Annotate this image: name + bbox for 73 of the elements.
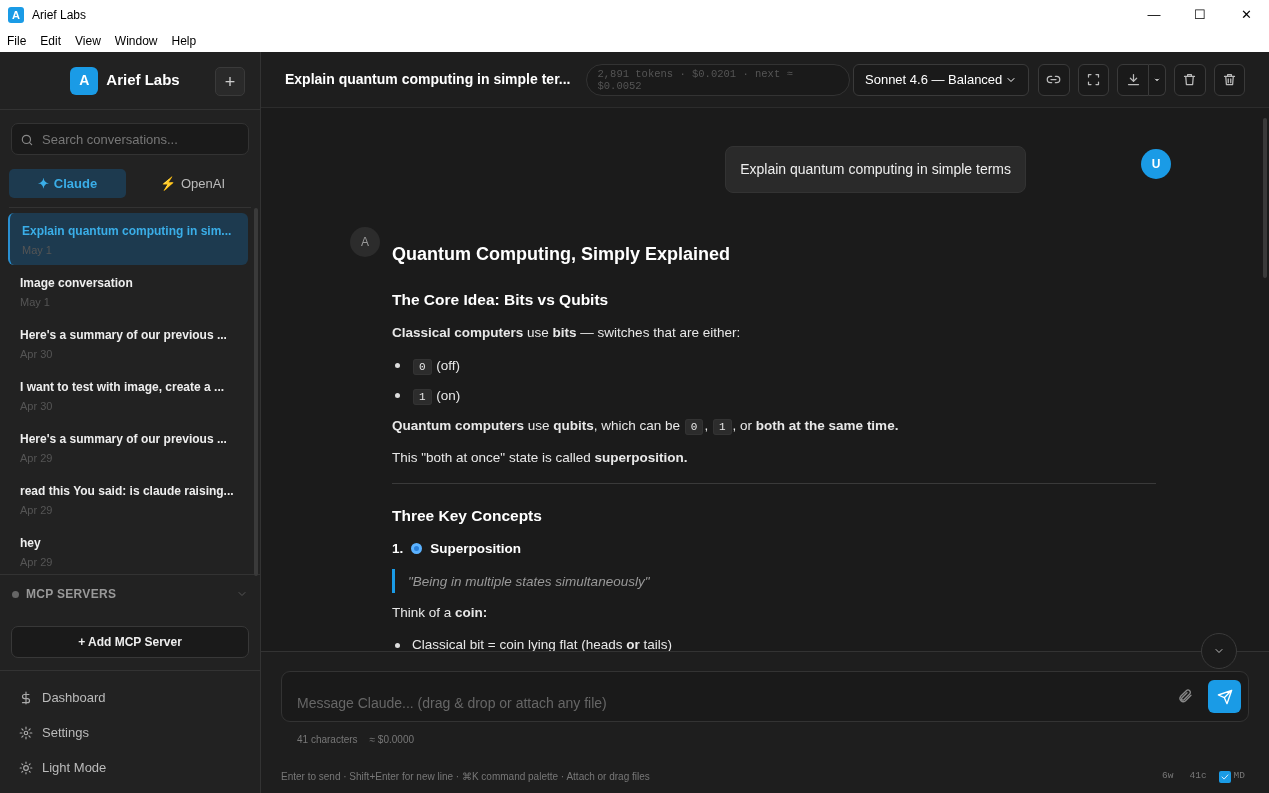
send-button[interactable] (1208, 680, 1241, 713)
conversation-title: Here's a summary of our previous ... (20, 431, 227, 448)
new-chat-button[interactable]: + (215, 67, 245, 96)
trash-icon (1182, 72, 1198, 87)
section-heading: The Core Idea: Bits vs Qubits (392, 290, 610, 310)
dollar-icon (19, 690, 33, 705)
sidebar-link[interactable]: Light Mode (0, 750, 260, 785)
orb-icon (411, 542, 423, 554)
char-count: 41c (1189, 769, 1207, 784)
conversation-heading: Explain quantum computing in simple ter... (285, 70, 571, 89)
download-button[interactable] (1117, 63, 1150, 96)
md-checkbox[interactable] (1218, 770, 1231, 783)
keyboard-hint: Enter to send · Shift+Enter for new line · ⌘K command palette · Attach or drag files (281, 770, 650, 784)
conversation-title: Explain quantum computing in sim... (22, 223, 232, 240)
paragraph: This "both at once" state is called superposition. (392, 449, 689, 468)
sun-icon (19, 760, 33, 775)
checkbox-label: MD (1233, 769, 1245, 784)
bullet-icon (395, 642, 400, 648)
link-button[interactable] (1038, 63, 1070, 96)
menu-item[interactable]: View (75, 32, 101, 50)
message-input[interactable]: Message Claude... (drag & drop or attach any file) (281, 671, 1249, 722)
bullet-icon (395, 363, 400, 369)
quote-text: "Being in multiple states simultaneously" (408, 574, 650, 589)
search-field[interactable]: Search conversations... (11, 123, 249, 155)
trash-button[interactable] (1174, 63, 1206, 96)
word-count: 6w (1162, 769, 1174, 784)
fullscreen-icon (1085, 72, 1101, 87)
conversation-title: hey (20, 535, 41, 552)
conversation-title: Here's a summary of our previous ... (20, 327, 227, 344)
response-heading: Quantum Computing, Simply Explained (392, 243, 732, 266)
download-icon (1125, 72, 1141, 87)
usage-pill: 2,891 tokens · $0.0201 · next ≈ $0.0052 (586, 63, 850, 96)
app-logo: A (8, 7, 24, 23)
user-avatar: U (1141, 149, 1171, 179)
delete-button[interactable] (1213, 63, 1245, 96)
paperclip-icon (1177, 688, 1193, 704)
brand-logo: A (70, 66, 99, 95)
paragraph: Think of a coin: (392, 604, 489, 622)
list-item: 1 (on) (412, 385, 461, 406)
delete-icon (1221, 72, 1237, 87)
sidebar-link[interactable]: Dashboard (0, 680, 260, 715)
check-icon (1219, 771, 1230, 782)
paragraph: Quantum computers use qubits, which can be 0 , 1 , or both at the same time. (392, 417, 900, 437)
user-message: Explain quantum computing in simple terms (725, 146, 1026, 193)
model-select[interactable]: Sonnet 4.6 — Balanced (853, 63, 1030, 96)
conversation-title: I want to test with image, create a ... (20, 379, 225, 396)
provider-tab[interactable]: ⚡ OpenAI (134, 169, 251, 198)
menu-item[interactable]: Edit (40, 32, 62, 50)
brand-name: Arief Labs (106, 70, 180, 91)
section-label: MCP SERVERS (26, 586, 117, 603)
sidebar-link[interactable]: Settings (0, 715, 260, 750)
menu-item[interactable]: File (7, 32, 27, 50)
cost-estimate: ≈ $0.0000 (369, 733, 414, 747)
maximize-button[interactable]: ☐ (1177, 0, 1223, 30)
send-icon (1216, 688, 1233, 705)
minimize-button[interactable]: — (1131, 0, 1177, 30)
numbered-heading: 1. Superposition (392, 539, 521, 558)
window-title: Arief Labs (32, 7, 87, 24)
section-heading: Three Key Concepts (392, 505, 543, 526)
menu-item[interactable]: Window (114, 32, 158, 50)
list-item: 0 (off) (412, 355, 461, 376)
fullscreen-button[interactable] (1077, 63, 1110, 96)
settings-icon (19, 725, 33, 740)
bullet-icon (395, 393, 400, 399)
conversation-title: read this You said: is claude raising... (20, 483, 234, 500)
assistant-avatar: A (350, 227, 380, 257)
paragraph: Classical computers use bits — switches that are either: (392, 324, 742, 343)
provider-tab[interactable]: ✦ Claude (9, 169, 126, 198)
close-button[interactable]: ✕ (1223, 0, 1269, 30)
conversation-title: Image conversation (20, 275, 133, 292)
character-count: 41 characters (297, 733, 358, 747)
add-server-button[interactable]: + Add MCP Server (11, 626, 249, 658)
menu-item[interactable]: Help (171, 32, 197, 50)
